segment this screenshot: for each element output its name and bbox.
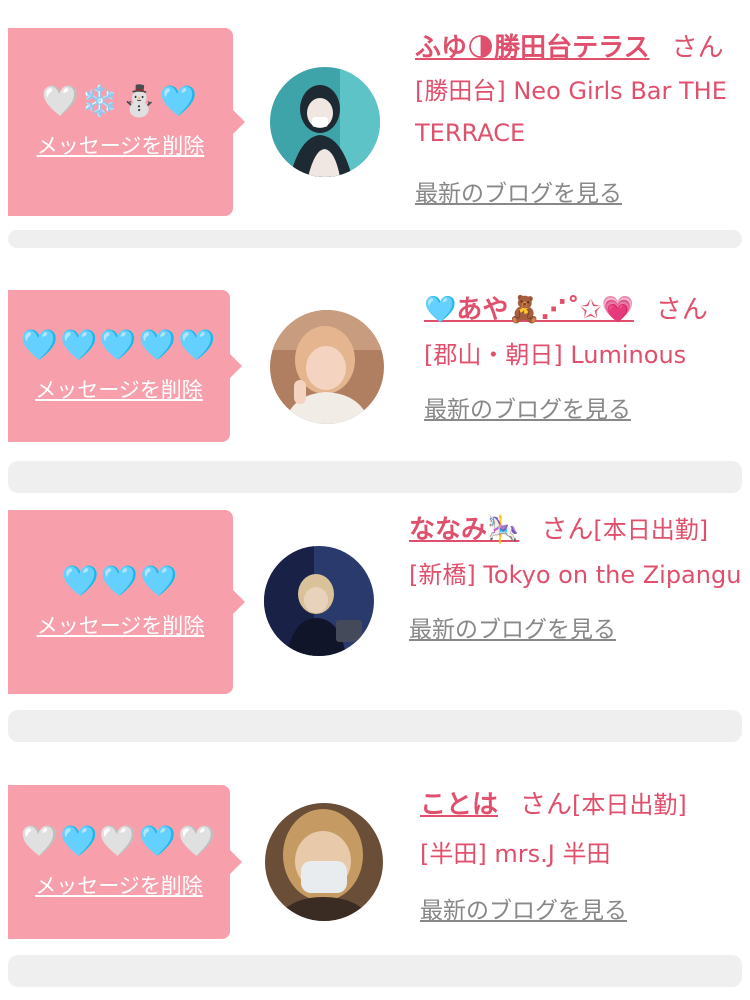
- honorific: さん: [655, 295, 708, 325]
- cast-name-link[interactable]: ことは: [420, 790, 498, 820]
- card-separator: [8, 461, 742, 493]
- message-text: 🩵🩵🩵: [61, 564, 180, 599]
- shop-name: [半田] mrs.J 半田: [420, 840, 611, 868]
- item-info: ふゆ🌗勝田台テラス さん [勝田台] Neo Girls Bar THE TERR…: [415, 28, 742, 208]
- delete-message-link[interactable]: メッセージを削除: [37, 610, 205, 640]
- avatar[interactable]: [270, 67, 380, 177]
- message-bubble: 🤍🩵🤍🩵🤍 メッセージを削除: [8, 785, 242, 939]
- name-line: ふゆ🌗勝田台テラス さん: [415, 28, 742, 68]
- message-bubble: 🩵🩵🩵🩵🩵 メッセージを削除: [8, 290, 242, 442]
- avatar-image: [265, 803, 383, 921]
- shop-name: [新橋] Tokyo on the Zipangu: [409, 561, 742, 589]
- name-line: 🩵あや🧸⋰˚✩💗 さん: [424, 290, 742, 330]
- on-duty-badge: [本日出勤]: [572, 791, 687, 819]
- item-info: ことは さん[本日出勤] [半田] mrs.J 半田 最新のブログを見る: [420, 785, 742, 925]
- avatar-image: [264, 546, 374, 656]
- name-line: ことは さん[本日出勤]: [420, 785, 742, 825]
- on-duty-badge: [本日出勤]: [593, 516, 709, 544]
- avatar-image: [270, 310, 384, 424]
- delete-message-link[interactable]: メッセージを削除: [35, 374, 203, 404]
- view-latest-blog-link[interactable]: 最新のブログを見る: [420, 891, 627, 925]
- message-text: 🤍❄️⛄🩵: [41, 84, 200, 119]
- message-bubble: 🤍❄️⛄🩵 メッセージを削除: [8, 28, 245, 216]
- name-line: ななみ🎠 さん[本日出勤]: [409, 510, 742, 550]
- shop-name: [郡山・朝日] Luminous: [424, 341, 687, 369]
- card-separator: [8, 710, 742, 742]
- item-info: ななみ🎠 さん[本日出勤] [新橋] Tokyo on the Zipangu 最…: [409, 510, 742, 644]
- delete-message-link[interactable]: メッセージを削除: [37, 130, 205, 160]
- cast-name-link[interactable]: 🩵あや🧸⋰˚✩💗: [424, 295, 634, 325]
- cast-name-link[interactable]: ななみ🎠: [409, 515, 519, 545]
- honorific: さん: [541, 515, 594, 545]
- avatar[interactable]: [264, 546, 374, 656]
- message-list: 🤍❄️⛄🩵 メッセージを削除 ふゆ🌗勝田台テラス さん [勝田台] Neo Gir…: [0, 0, 750, 1000]
- avatar-image: [270, 67, 380, 177]
- shop-name: [勝田台] Neo Girls Bar THE TERRACE: [415, 77, 727, 147]
- honorific: さん: [520, 790, 573, 820]
- view-latest-blog-link[interactable]: 最新のブログを見る: [409, 610, 616, 644]
- avatar[interactable]: [265, 803, 383, 921]
- view-latest-blog-link[interactable]: 最新のブログを見る: [424, 390, 631, 424]
- message-bubble: 🩵🩵🩵 メッセージを削除: [8, 510, 245, 694]
- honorific: さん: [671, 33, 724, 63]
- message-text: 🩵🩵🩵🩵🩵: [20, 328, 218, 363]
- card-separator: [8, 230, 742, 248]
- item-info: 🩵あや🧸⋰˚✩💗 さん [郡山・朝日] Luminous 最新のブログを見る: [424, 290, 742, 424]
- delete-message-link[interactable]: メッセージを削除: [35, 870, 203, 900]
- cast-name-link[interactable]: ふゆ🌗勝田台テラス: [415, 33, 650, 63]
- view-latest-blog-link[interactable]: 最新のブログを見る: [415, 174, 622, 208]
- message-text: 🤍🩵🤍🩵🤍: [20, 824, 218, 859]
- card-separator: [8, 955, 742, 987]
- avatar[interactable]: [270, 310, 384, 424]
